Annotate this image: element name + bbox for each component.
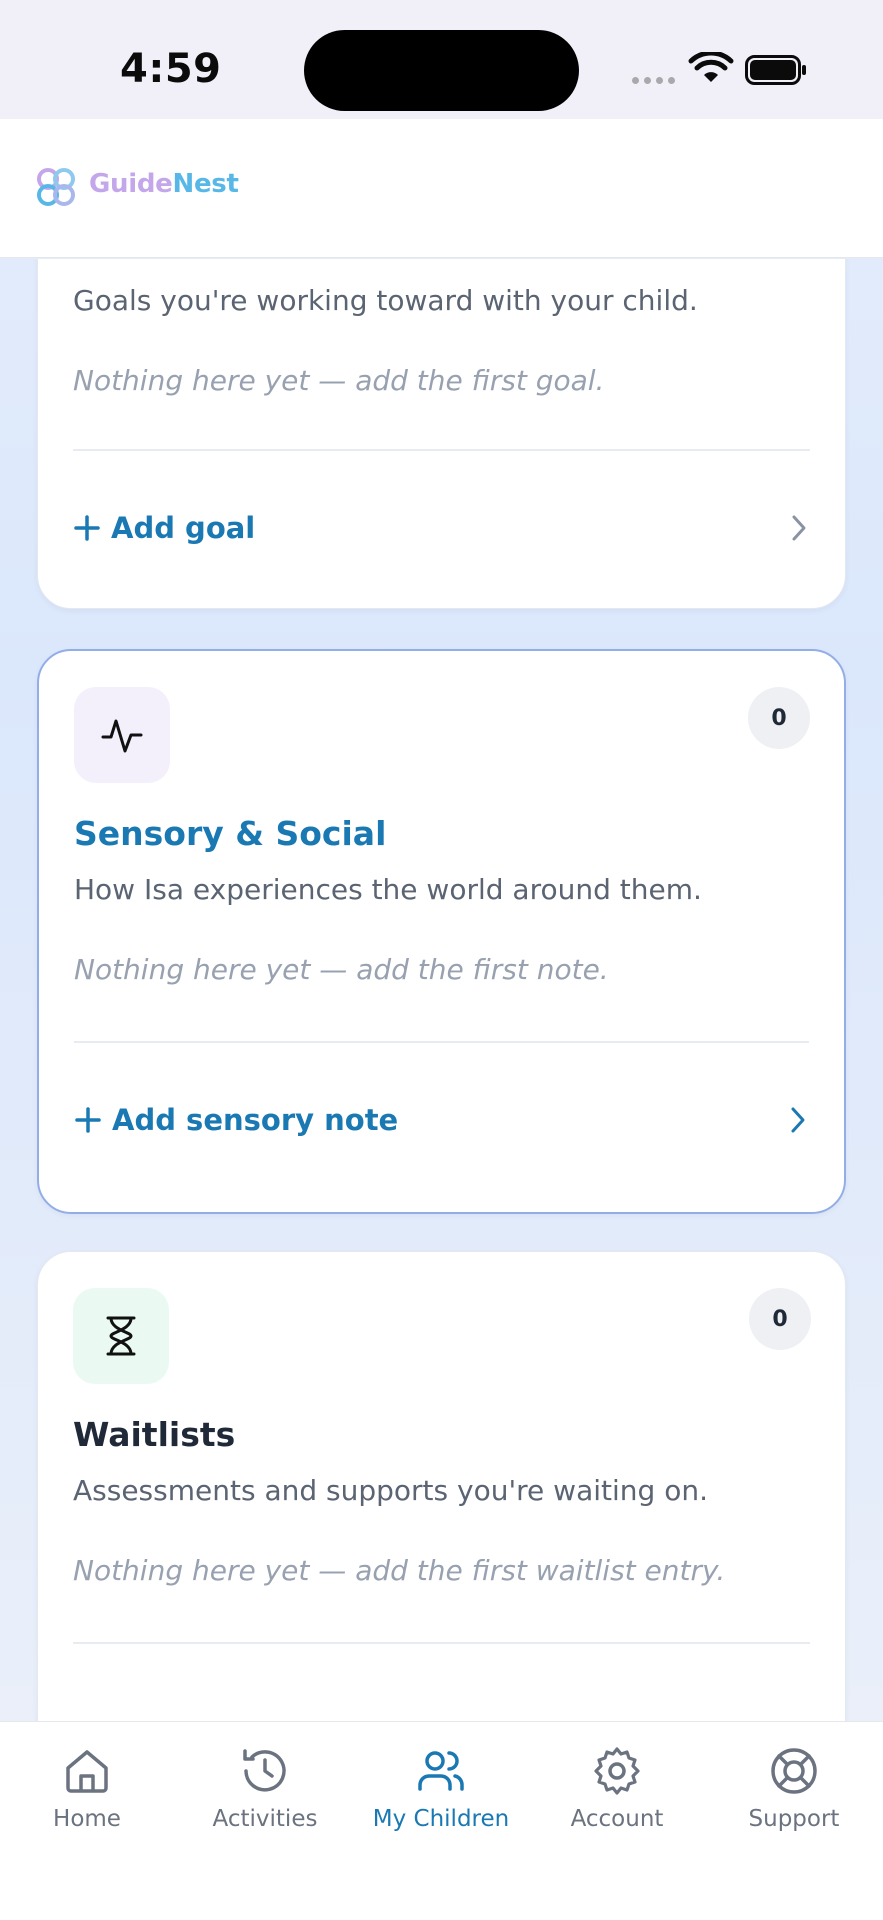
plus-icon <box>75 1107 101 1133</box>
waitlist-count-badge: 0 <box>749 1288 811 1350</box>
children-profile-scroll[interactable]: Goals you're working toward with your ch… <box>0 259 883 1721</box>
guidenest-logo-icon[interactable] <box>34 165 78 209</box>
plus-icon <box>74 515 100 541</box>
waitlists-empty-text: Nothing here yet — add the first waitlis… <box>73 1554 726 1587</box>
cellular-signal-icon <box>632 77 675 84</box>
wifi-icon <box>688 52 734 82</box>
nav-my-children-label: My Children <box>372 1806 510 1832</box>
bottom-nav: Home Activities My Children Account Supp… <box>0 1721 883 1920</box>
add-sensory-note-label: Add sensory note <box>112 1103 399 1137</box>
home-icon <box>66 1750 108 1793</box>
history-icon <box>243 1749 286 1792</box>
nav-account[interactable]: Account <box>537 1744 697 1854</box>
add-sensory-note-button[interactable]: Add sensory note <box>74 1085 809 1155</box>
logo-text-guide: Guide <box>89 169 173 199</box>
dynamic-island <box>304 30 579 111</box>
nav-activities[interactable]: Activities <box>185 1744 345 1854</box>
sensory-icon-box <box>74 687 170 783</box>
app-logo-text: GuideNest <box>89 169 239 199</box>
nav-support[interactable]: Support <box>714 1744 874 1854</box>
nav-home-label: Home <box>53 1806 121 1832</box>
status-bar: 4:59 <box>0 0 883 119</box>
waitlists-card[interactable]: 0 Waitlists Assessments and supports you… <box>37 1251 846 1721</box>
waitlists-title: Waitlists <box>73 1415 236 1454</box>
waitlists-description: Assessments and supports you're waiting … <box>73 1474 708 1507</box>
waitlists-divider <box>73 1642 810 1644</box>
nav-support-label: Support <box>748 1806 840 1832</box>
sensory-divider <box>74 1041 809 1043</box>
goals-divider <box>73 449 810 451</box>
lifebuoy-icon <box>771 1748 817 1794</box>
waitlist-icon-box <box>73 1288 169 1384</box>
sensory-title: Sensory & Social <box>74 814 387 853</box>
hourglass-icon <box>106 1316 136 1356</box>
add-goal-label: Add goal <box>111 511 256 545</box>
sensory-social-card[interactable]: 0 Sensory & Social How Isa experiences t… <box>37 649 846 1214</box>
chevron-right-icon <box>791 1107 805 1133</box>
activity-icon <box>101 719 143 753</box>
nav-home[interactable]: Home <box>7 1744 167 1854</box>
gear-icon <box>594 1747 640 1795</box>
logo-text-nest: Nest <box>172 169 239 199</box>
battery-icon <box>745 55 806 85</box>
nav-activities-label: Activities <box>212 1806 318 1832</box>
goals-empty-text: Nothing here yet — add the first goal. <box>73 364 605 397</box>
sensory-empty-text: Nothing here yet — add the first note. <box>74 953 609 986</box>
chevron-right-icon <box>792 515 806 541</box>
sensory-description: How Isa experiences the world around the… <box>74 873 702 906</box>
status-time: 4:59 <box>120 46 222 92</box>
users-icon <box>418 1751 464 1791</box>
nav-my-children[interactable]: My Children <box>361 1744 521 1854</box>
add-goal-button[interactable]: Add goal <box>73 493 810 563</box>
goals-card: Goals you're working toward with your ch… <box>37 259 846 609</box>
goals-description: Goals you're working toward with your ch… <box>73 284 698 317</box>
nav-account-label: Account <box>570 1806 664 1832</box>
sensory-count-badge: 0 <box>748 687 810 749</box>
